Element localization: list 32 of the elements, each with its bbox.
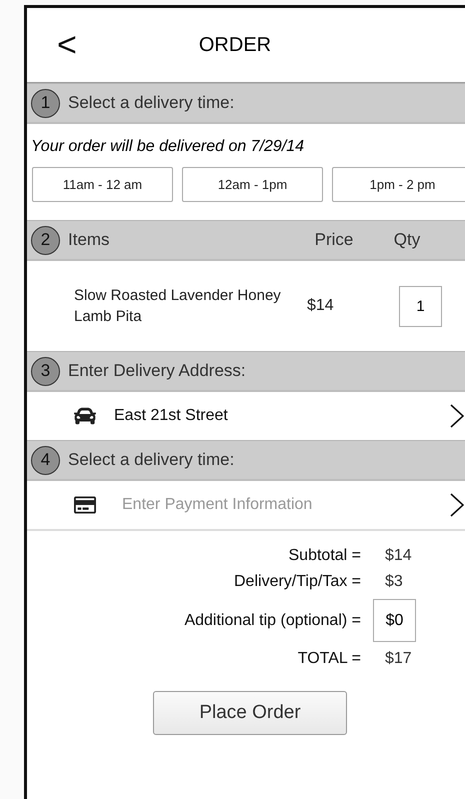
delivery-date-note: Your order will be delivered on 7/29/14 bbox=[31, 138, 306, 156]
step-number: 3 bbox=[31, 356, 60, 386]
section-title: Items bbox=[68, 230, 111, 250]
step-number: 2 bbox=[31, 226, 60, 254]
quantity-field[interactable]: 1 bbox=[399, 286, 442, 326]
time-slot-button[interactable]: 1pm - 2 pm bbox=[332, 167, 465, 202]
total-value: $14 bbox=[385, 547, 412, 565]
credit-card-icon bbox=[74, 494, 96, 516]
section-title: Enter Delivery Address: bbox=[68, 361, 247, 381]
car-icon bbox=[74, 405, 96, 427]
section-title: Select a delivery time: bbox=[68, 93, 236, 113]
column-header: Qty bbox=[392, 230, 422, 250]
total-label: Subtotal = bbox=[288, 547, 361, 565]
item-price: $14 bbox=[307, 297, 335, 315]
chevron-right-icon bbox=[450, 404, 464, 428]
item-name: Slow Roasted Lavender Honey Lamb Pita bbox=[74, 286, 282, 327]
step-number: 4 bbox=[31, 446, 60, 474]
tip-field[interactable]: $0 bbox=[373, 599, 416, 642]
column-header: Price bbox=[314, 230, 354, 250]
total-label: Delivery/Tip/Tax = bbox=[234, 573, 361, 591]
time-slot-button[interactable]: 11am - 12 am bbox=[32, 167, 173, 202]
time-slot-button[interactable]: 12am - 1pm bbox=[182, 167, 323, 202]
step-number: 1 bbox=[31, 88, 60, 118]
total-value: $17 bbox=[385, 650, 412, 668]
total-value: $3 bbox=[385, 573, 403, 591]
total-label: Additional tip (optional) = bbox=[184, 612, 361, 630]
back-button[interactable]: < bbox=[27, 28, 97, 62]
section-title: Select a delivery time: bbox=[68, 450, 236, 470]
page-title: ORDER bbox=[198, 34, 272, 56]
chevron-right-icon bbox=[450, 493, 464, 517]
total-label: TOTAL = bbox=[298, 650, 361, 668]
place-order-button[interactable]: Place Order bbox=[153, 691, 347, 735]
